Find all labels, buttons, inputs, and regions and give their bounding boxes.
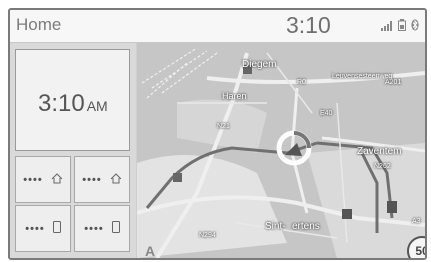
map-label-r0: R0 <box>297 79 306 86</box>
clock-widget[interactable]: 3:10 AM <box>15 49 130 151</box>
map-label-e40: E40 <box>320 110 333 117</box>
favorites-grid: •••• •••• •••• •••• <box>15 156 130 252</box>
compass-icon[interactable]: A <box>145 243 155 258</box>
favorite-label: •••• <box>25 222 45 235</box>
bluetooth-icon <box>411 18 419 36</box>
home-icon <box>51 172 63 187</box>
map-label-sint: Sint- <box>265 221 286 232</box>
favorite-phone-1[interactable]: •••• <box>15 205 71 252</box>
clock-time-value: 3:10 <box>38 90 85 117</box>
map-view[interactable]: Haren Diegem Zaventem Sint- ertens R0 A2… <box>137 43 425 258</box>
map-label-n294: N294 <box>199 232 216 239</box>
header-clock: 3:10 <box>286 12 331 38</box>
phone-icon <box>111 221 120 236</box>
map-label-n262: N262 <box>374 163 391 170</box>
favorite-home-2[interactable]: •••• <box>74 156 130 203</box>
map-label-zaventem: Zaventem <box>357 146 402 157</box>
map-label-leuvense: Leuvensesteenweg <box>332 73 393 80</box>
status-icons <box>381 18 419 36</box>
phone-icon <box>52 221 61 236</box>
favorite-phone-2[interactable]: •••• <box>74 205 130 252</box>
signal-icon <box>381 18 393 36</box>
clock-ampm: AM <box>86 98 108 114</box>
map-label-haren: Haren <box>222 91 247 101</box>
map-label-n21: N21 <box>217 123 230 130</box>
page-title: Home <box>16 15 62 34</box>
map-label-a3: A3 <box>412 218 421 225</box>
map-label-diegem: Diegem <box>242 59 277 70</box>
map-label-ertens: ertens <box>292 221 320 232</box>
favorite-home-1[interactable]: •••• <box>15 156 71 203</box>
clock-time: 3:10 AM <box>38 90 108 118</box>
left-panel: 3:10 AM •••• •••• •••• •••• <box>10 43 136 258</box>
favorite-label: •••• <box>23 173 43 186</box>
battery-icon <box>398 18 406 36</box>
screen: Home 3:10 3:10 AM •••• •••• •••• •••• Ha… <box>0 0 431 262</box>
home-icon <box>110 172 122 187</box>
favorite-label: •••• <box>82 173 102 186</box>
header-bar: Home 3:10 <box>10 10 425 43</box>
favorite-label: •••• <box>84 222 104 235</box>
display-frame: Home 3:10 3:10 AM •••• •••• •••• •••• Ha… <box>8 8 427 260</box>
map-label-a201: A201 <box>385 79 402 86</box>
